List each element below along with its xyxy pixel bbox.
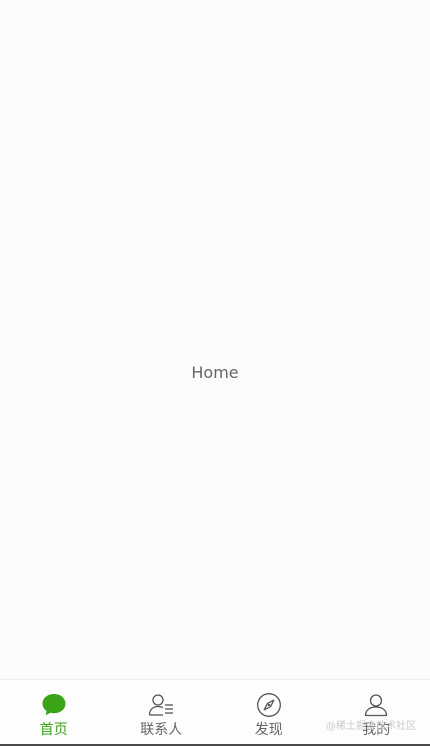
tab-home-label: 首页 <box>39 722 68 738</box>
tab-contacts[interactable]: 联系人 <box>108 680 216 745</box>
home-page-text: Home <box>191 363 239 382</box>
bottom-tab-bar: 首页 联系人 发现 我的 <box>0 679 430 745</box>
tab-contacts-label: 联系人 <box>140 722 183 738</box>
tab-home[interactable]: 首页 <box>0 680 108 745</box>
chat-bubble-icon <box>42 694 66 716</box>
tab-me[interactable]: 我的 <box>323 680 430 745</box>
compass-icon <box>256 693 281 717</box>
watermark-text: @稀土掘金技术社区 <box>326 721 416 732</box>
user-icon <box>365 694 388 717</box>
tab-discover-label: 发现 <box>254 722 283 738</box>
main-content: Home <box>0 0 430 679</box>
tab-discover[interactable]: 发现 <box>215 680 323 745</box>
contacts-icon <box>149 694 174 716</box>
